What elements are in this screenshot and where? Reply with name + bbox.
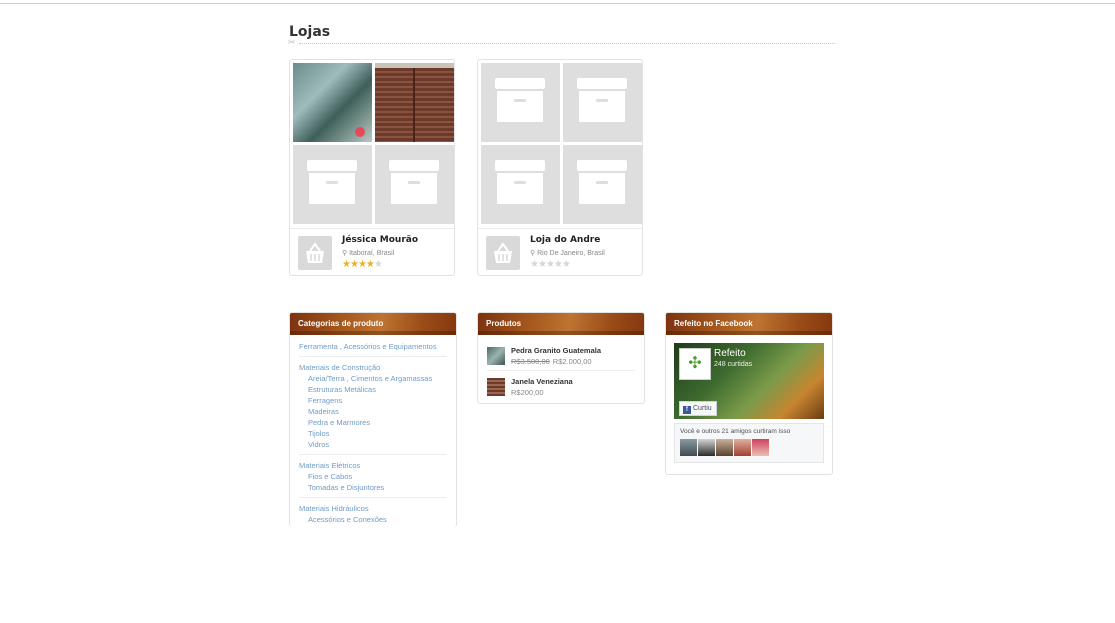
product-current-price: R$200,00: [511, 388, 544, 397]
facebook-widget-title: Refeito no Facebook: [666, 313, 832, 335]
placeholder-box-icon: [375, 145, 454, 224]
facebook-icon: f: [683, 406, 691, 414]
subcategory-link[interactable]: Ferragens: [299, 395, 447, 406]
facebook-page-name[interactable]: Refeito: [714, 348, 746, 359]
star-icon: ★: [342, 259, 351, 270]
store-location-text: Itaboraí, Brasil: [349, 250, 395, 257]
products-widget: Produtos Pedra Granito Guatemala R$3.500…: [477, 312, 645, 404]
facebook-widget: Refeito no Facebook ✣ Refeito 248 curtid…: [665, 312, 833, 475]
subcategory-link[interactable]: Areia/Terra , Cimentos e Argamassas: [299, 373, 447, 384]
placeholder-box-icon: [563, 145, 642, 224]
basket-icon: [486, 236, 520, 270]
facebook-like-count: 248 curtidas: [714, 361, 753, 368]
category-link[interactable]: Materiais Hidráulicos: [299, 503, 447, 514]
store-product-photo[interactable]: [293, 63, 372, 142]
product-row[interactable]: Pedra Granito Guatemala R$3.500,00 R$2.00…: [487, 340, 635, 370]
category-link[interactable]: Materiais de Construção: [299, 362, 447, 373]
facebook-friends-panel: Você e outros 21 amigos curtiram isso: [674, 423, 824, 463]
store-location-text: Rio De Janeiro, Brasil: [537, 250, 605, 257]
categories-title: Categorias de produto: [290, 313, 456, 335]
like-button-label: Curtiu: [693, 405, 712, 412]
subcategory-link[interactable]: Fios e Cabos: [299, 471, 447, 482]
subcategory-link[interactable]: Estruturas Metálicas: [299, 384, 447, 395]
avatar[interactable]: [698, 439, 715, 456]
facebook-like-box: ✣ Refeito 248 curtidas f Curtiu Você e ou…: [666, 335, 832, 469]
map-pin-icon: ⚲: [342, 250, 348, 257]
store-rating: ★★★★★: [530, 259, 571, 270]
avatar[interactable]: [734, 439, 751, 456]
friend-avatars: [680, 439, 818, 456]
categories-widget: Categorias de produto Ferramenta , Acess…: [289, 312, 457, 527]
subcategory-link[interactable]: Vidros: [299, 439, 447, 450]
placeholder-box-icon: [563, 63, 642, 142]
product-name[interactable]: Janela Veneziana: [511, 377, 573, 386]
star-icon: ★: [561, 259, 571, 270]
card-divider: [478, 228, 642, 229]
map-pin-icon: ⚲: [530, 250, 536, 257]
facebook-friends-text: Você e outros 21 amigos curtiram isso: [680, 428, 791, 435]
top-divider: [0, 3, 1115, 4]
store-name[interactable]: Loja do Andre: [530, 235, 600, 245]
category-list: Ferramenta , Acessórios e Equipamentos M…: [290, 335, 456, 525]
avatar[interactable]: [752, 439, 769, 456]
store-product-photo[interactable]: [375, 63, 454, 142]
star-icon: ★: [357, 259, 367, 270]
logo-icon: ✣: [688, 355, 702, 372]
page-logo[interactable]: ✣: [679, 348, 711, 380]
subcategory-link[interactable]: Acessórios e Conexões: [299, 514, 447, 525]
store-card[interactable]: Loja do Andre ⚲ Rio De Janeiro, Brasil ★…: [477, 59, 643, 276]
category-link[interactable]: Ferramenta , Acessórios e Equipamentos: [299, 341, 447, 352]
subcategory-link[interactable]: Tomadas e Disjuntores: [299, 482, 447, 493]
scissors-icon: ✂: [288, 37, 296, 47]
product-price: R$3.500,00 R$2.000,00: [511, 357, 592, 366]
placeholder-box-icon: [481, 145, 560, 224]
star-icon: ★: [553, 259, 563, 270]
facebook-like-button[interactable]: f Curtiu: [679, 401, 717, 416]
star-icon: ★: [349, 259, 359, 270]
card-divider: [290, 228, 454, 229]
placeholder-box-icon: [293, 145, 372, 224]
subcategory-link[interactable]: Madeiras: [299, 406, 447, 417]
product-row[interactable]: Janela Veneziana R$200,00: [487, 370, 635, 401]
product-old-price: R$3.500,00: [511, 357, 550, 366]
star-icon: ★: [545, 259, 555, 270]
subcategory-link[interactable]: Pedra e Marmores: [299, 417, 447, 428]
product-thumbnail[interactable]: [487, 378, 505, 396]
product-thumbnail[interactable]: [487, 347, 505, 365]
star-icon: ★: [365, 259, 375, 270]
avatar[interactable]: [680, 439, 697, 456]
store-location: ⚲ Rio De Janeiro, Brasil: [530, 249, 605, 257]
store-location: ⚲ Itaboraí, Brasil: [342, 249, 394, 257]
star-icon: ★: [537, 259, 547, 270]
category-link[interactable]: Materiais Elétricos: [299, 460, 447, 471]
subcategory-link[interactable]: Tijolos: [299, 428, 447, 439]
product-price: R$200,00: [511, 388, 544, 397]
products-title: Produtos: [478, 313, 644, 335]
product-current-price: R$2.000,00: [552, 357, 592, 366]
title-divider: [299, 43, 835, 44]
store-card[interactable]: Jéssica Mourão ⚲ Itaboraí, Brasil ★★★★★: [289, 59, 455, 276]
product-name[interactable]: Pedra Granito Guatemala: [511, 346, 601, 355]
store-rating: ★★★★★: [342, 259, 383, 270]
store-name[interactable]: Jéssica Mourão: [342, 235, 418, 245]
star-icon: ★: [530, 259, 539, 270]
basket-icon: [298, 236, 332, 270]
star-icon: ★: [373, 259, 383, 270]
facebook-cover-photo[interactable]: ✣ Refeito 248 curtidas f Curtiu: [674, 343, 824, 419]
placeholder-box-icon: [481, 63, 560, 142]
avatar[interactable]: [716, 439, 733, 456]
